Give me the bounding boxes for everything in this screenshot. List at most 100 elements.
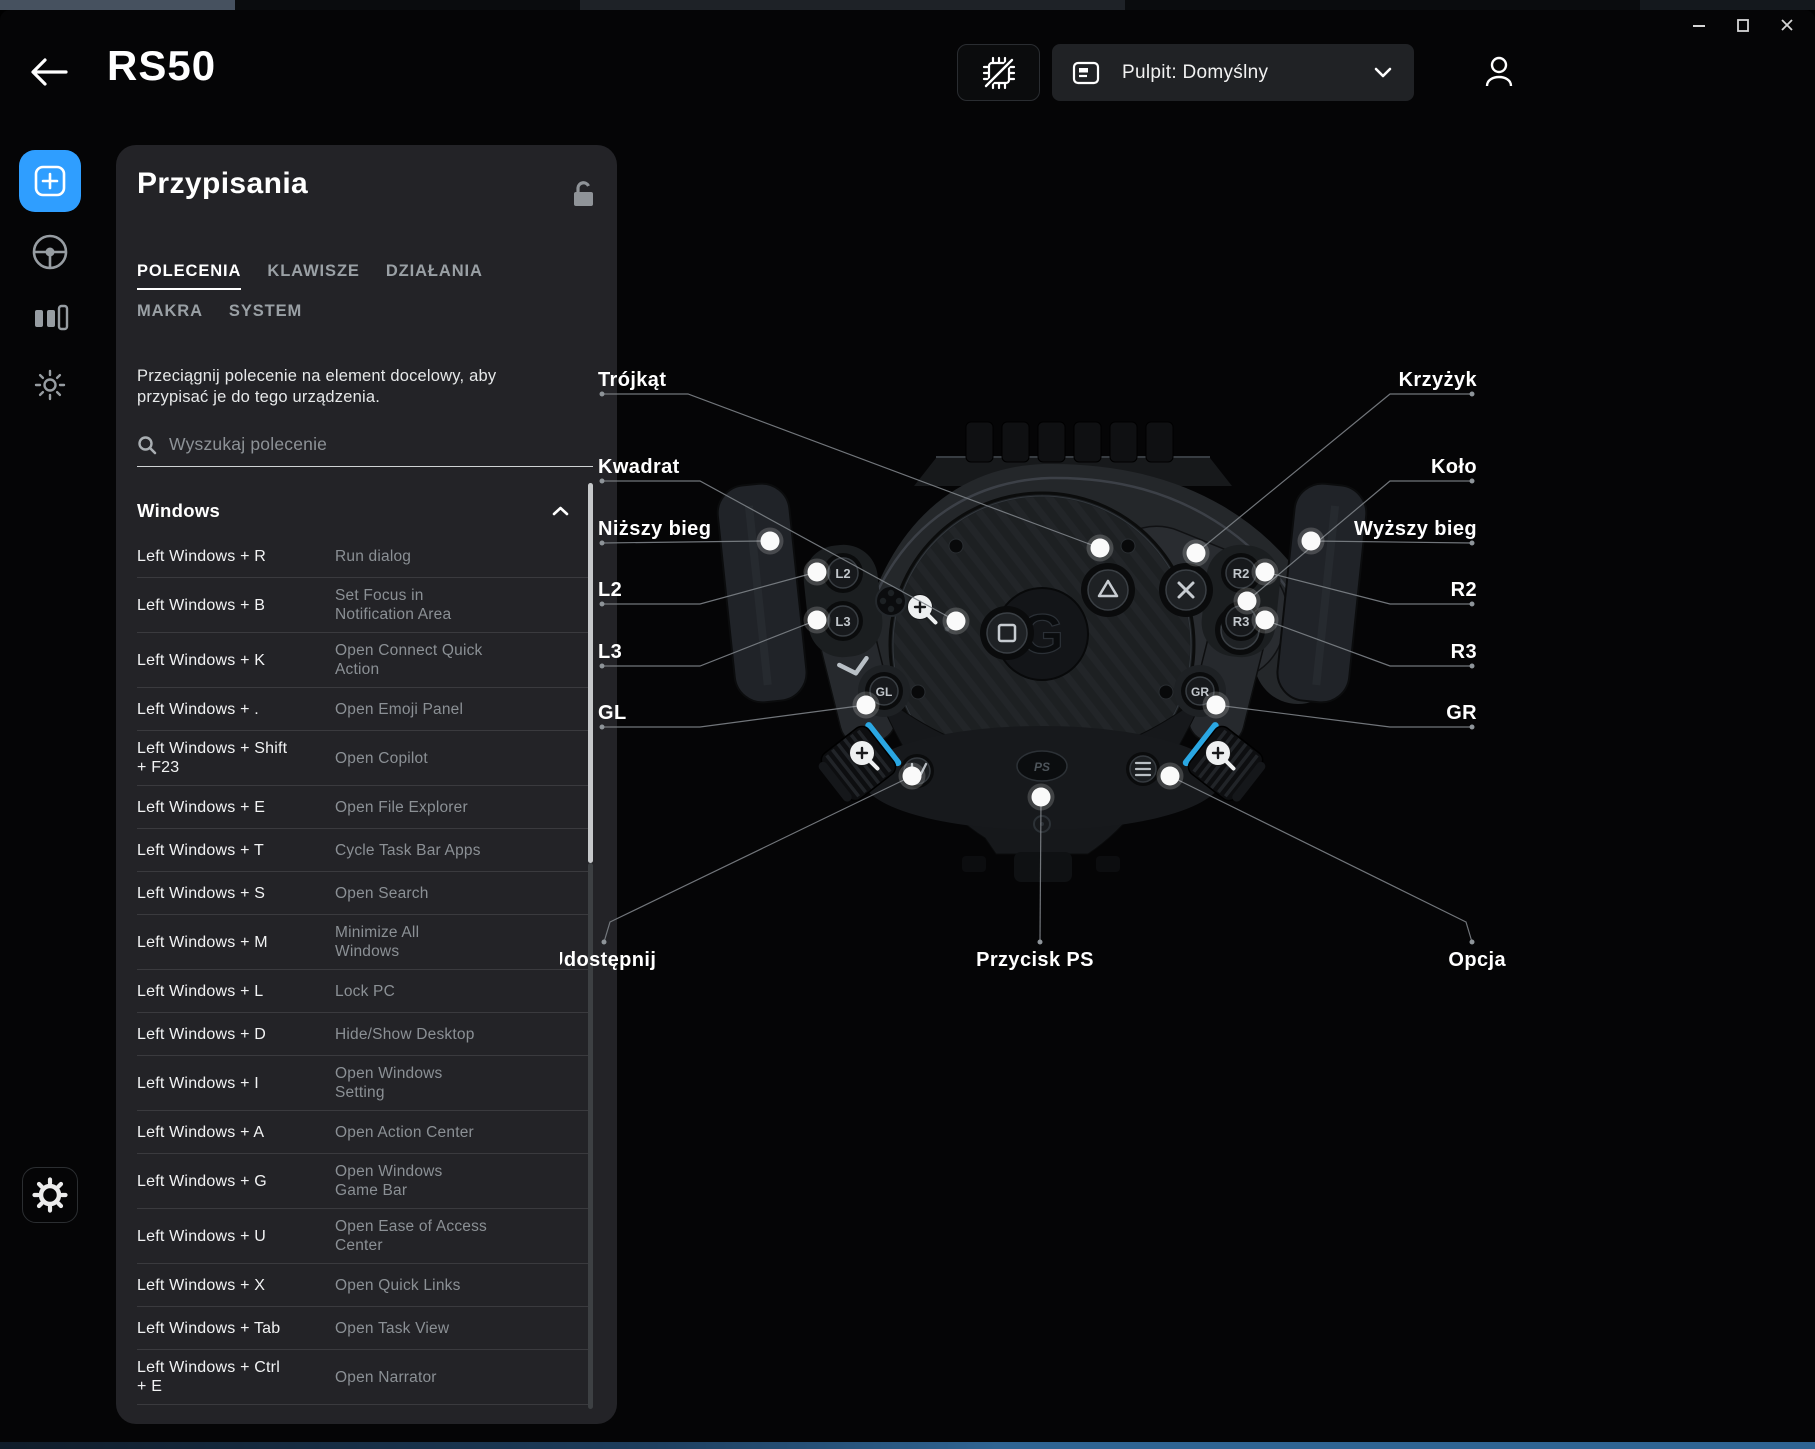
callout-dot-r3[interactable] <box>1252 607 1279 634</box>
command-action: Open Narrator <box>335 1368 515 1387</box>
settings-button[interactable] <box>22 1167 78 1223</box>
tab-system[interactable]: SYSTEM <box>229 302 302 328</box>
command-key: Left Windows + I <box>137 1074 335 1093</box>
callout-dot-upshift[interactable] <box>1298 528 1325 555</box>
tab-makra[interactable]: MAKRA <box>137 302 203 328</box>
callout-dot-square[interactable] <box>943 608 970 635</box>
maximize-button[interactable] <box>1729 12 1757 38</box>
command-row[interactable]: Left Windows + I Open Windows Setting <box>137 1056 593 1111</box>
callout-dot-gl[interactable] <box>853 692 880 719</box>
sidebar-item-levels[interactable] <box>28 296 72 340</box>
command-list: Left Windows + R Run dialog Left Windows… <box>137 535 593 1405</box>
command-row[interactable]: Left Windows + M Minimize All Windows <box>137 915 593 970</box>
ps-button[interactable]: PS <box>1017 751 1067 781</box>
panel-description: Przeciągnij polecenie na element docelow… <box>137 366 569 408</box>
profile-dropdown[interactable]: Pulpit: Domyślny <box>1052 44 1414 101</box>
assignments-panel: Przypisania POLECENIA KLAWISZE DZIAŁANIA… <box>116 145 617 1424</box>
command-action: Open Action Center <box>335 1123 515 1142</box>
callout-dot-options[interactable] <box>1157 763 1184 790</box>
callout-dot-r2[interactable] <box>1252 559 1279 586</box>
command-row[interactable]: Left Windows + K Open Connect Quick Acti… <box>137 633 593 688</box>
callout-label-l2: L2 <box>598 579 622 601</box>
command-action: Open Quick Links <box>335 1276 515 1295</box>
command-row[interactable]: Left Windows + R Run dialog <box>137 535 593 578</box>
callout-label-opcja: Opcja <box>1448 949 1506 971</box>
tab-dzialania[interactable]: DZIAŁANIA <box>386 262 483 288</box>
callout-dot-cross[interactable] <box>1183 540 1210 567</box>
tab-polecenia[interactable]: POLECENIA <box>137 262 241 288</box>
options-button[interactable] <box>1126 752 1160 786</box>
command-action: Set Focus in Notification Area <box>335 586 515 624</box>
callout-dot-l3[interactable] <box>804 607 831 634</box>
cross-button[interactable] <box>1159 563 1213 617</box>
command-key: Left Windows + L <box>137 982 335 1001</box>
command-row[interactable]: Left Windows + X Open Quick Links <box>137 1264 593 1307</box>
search-input[interactable] <box>169 434 593 455</box>
callout-dot-triangle[interactable] <box>1087 535 1114 562</box>
sidebar-item-lighting[interactable] <box>28 363 72 407</box>
command-row[interactable]: Left Windows + L Lock PC <box>137 970 593 1013</box>
command-row[interactable]: Left Windows + B Set Focus in Notificati… <box>137 578 593 633</box>
joystick-nub[interactable] <box>876 586 906 616</box>
onboard-memory-button[interactable] <box>957 44 1040 101</box>
command-row[interactable]: Left Windows + U Open Ease of Access Cen… <box>137 1209 593 1264</box>
command-key: Left Windows + E <box>137 798 335 817</box>
command-row[interactable]: Left Windows + S Open Search <box>137 872 593 915</box>
callout-dot-downshift[interactable] <box>757 528 784 555</box>
unlocked-padlock-icon[interactable] <box>572 181 596 208</box>
command-key: Left Windows + S <box>137 884 335 903</box>
sidebar-item-wheel[interactable] <box>28 230 72 274</box>
command-row[interactable]: Left Windows + Shift + F23 Open Copilot <box>137 731 593 786</box>
command-key: Left Windows + D <box>137 1025 335 1044</box>
command-action: Open Copilot <box>335 749 515 768</box>
command-key: Left Windows + A <box>137 1123 335 1142</box>
close-button[interactable] <box>1773 12 1801 38</box>
person-icon <box>1481 53 1517 89</box>
command-action: Lock PC <box>335 982 515 1001</box>
triangle-button[interactable] <box>1081 563 1135 617</box>
square-button[interactable] <box>980 606 1034 660</box>
callout-dot-l2[interactable] <box>804 559 831 586</box>
sidebar-item-assignments[interactable] <box>19 150 81 212</box>
tab-klawisze[interactable]: KLAWISZE <box>267 262 359 288</box>
minimize-button[interactable] <box>1685 12 1713 38</box>
callout-label-gr: GR <box>1446 702 1477 724</box>
command-key: Left Windows + X <box>137 1276 335 1295</box>
command-row[interactable]: Left Windows + G Open Windows Game Bar <box>137 1154 593 1209</box>
callout-label-krzyzyk: Krzyżyk <box>1399 369 1478 391</box>
command-key: Left Windows + M <box>137 933 335 952</box>
command-key: Left Windows + Tab <box>137 1319 335 1338</box>
command-row[interactable]: Left Windows + E Open File Explorer <box>137 786 593 829</box>
command-row[interactable]: Left Windows + D Hide/Show Desktop <box>137 1013 593 1056</box>
page-title: RS50 <box>107 42 216 90</box>
profile-dropdown-label: Pulpit: Domyślny <box>1122 62 1374 84</box>
command-row[interactable]: Left Windows + A Open Action Center <box>137 1111 593 1154</box>
svg-text:R3: R3 <box>1233 614 1250 629</box>
wheel-illustration: G <box>560 350 1815 1050</box>
command-row[interactable]: Left Windows + . Open Emoji Panel <box>137 688 593 731</box>
back-button[interactable] <box>28 54 70 90</box>
levels-icon <box>28 296 72 340</box>
command-action: Open Task View <box>335 1319 515 1338</box>
callout-dot-ps[interactable] <box>1028 784 1055 811</box>
callout-label-nizszy-bieg: Niższy bieg <box>598 518 711 540</box>
account-button[interactable] <box>1478 50 1520 92</box>
svg-text:R2: R2 <box>1233 566 1250 581</box>
upshift-paddle[interactable] <box>1275 481 1369 705</box>
assignment-tabs: POLECENIA KLAWISZE DZIAŁANIA MAKRA SYSTE… <box>137 262 596 328</box>
command-row[interactable]: Left Windows + T Cycle Task Bar Apps <box>137 829 593 872</box>
callout-label-udostepnij: Udostępnij <box>560 949 656 971</box>
command-action: Cycle Task Bar Apps <box>335 841 515 860</box>
command-key: Left Windows + T <box>137 841 335 860</box>
command-row[interactable]: Left Windows + Tab Open Task View <box>137 1307 593 1350</box>
command-row[interactable]: Left Windows + Ctrl + E Open Narrator <box>137 1350 593 1405</box>
lighting-icon <box>28 363 72 407</box>
callout-dot-share[interactable] <box>899 763 926 790</box>
command-action: Run dialog <box>335 547 515 566</box>
search-field <box>137 434 593 467</box>
command-action: Open File Explorer <box>335 798 515 817</box>
command-action: Open Emoji Panel <box>335 700 515 719</box>
callout-dot-gr[interactable] <box>1203 692 1230 719</box>
command-key: Left Windows + Ctrl + E <box>137 1358 335 1396</box>
svg-text:GL: GL <box>876 685 893 699</box>
